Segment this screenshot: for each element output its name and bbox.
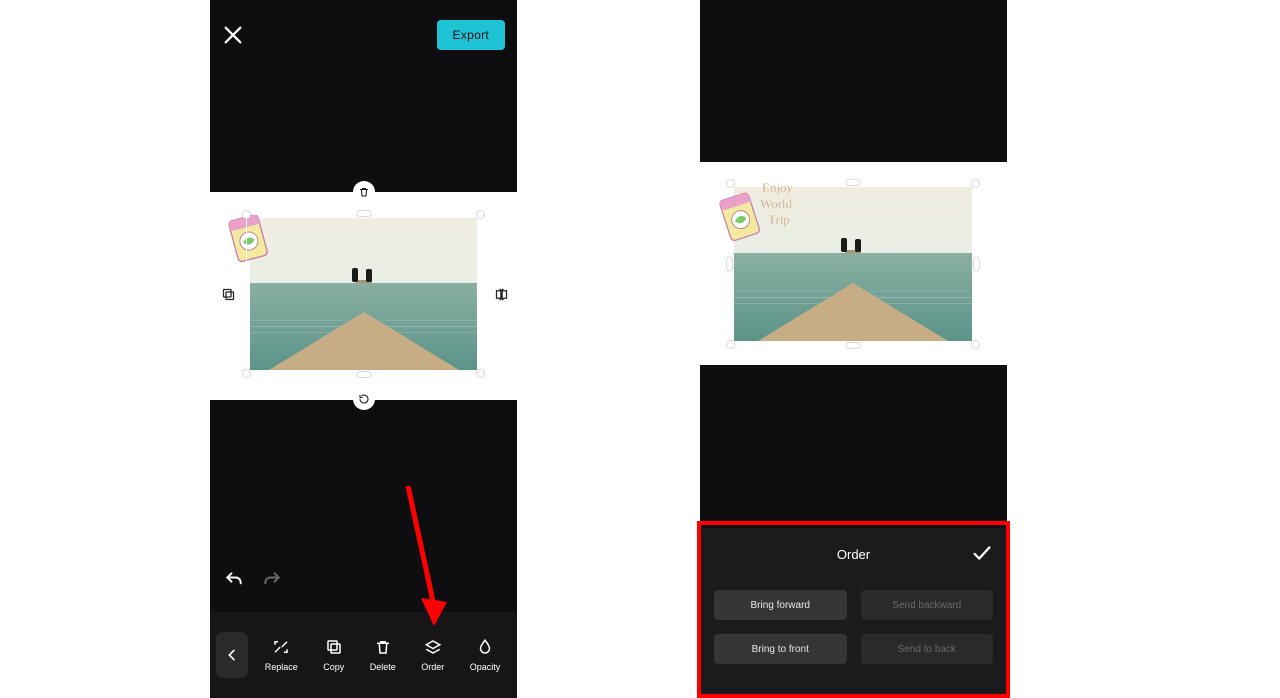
send-to-back-button: Send to back — [861, 634, 994, 664]
resize-handle[interactable] — [476, 210, 485, 219]
sticker-layer[interactable]: Enjoy World Trip — [716, 178, 804, 242]
send-backward-button: Send backward — [861, 590, 994, 620]
duplicate-icon[interactable] — [216, 282, 240, 306]
delete-button[interactable]: Delete — [370, 638, 396, 672]
order-panel-header: Order — [714, 540, 993, 568]
tool-label: Replace — [265, 662, 298, 672]
resize-handle[interactable] — [726, 340, 735, 349]
tool-label: Opacity — [470, 662, 501, 672]
toolbar-back-button[interactable] — [216, 632, 248, 678]
undo-redo-row — [224, 570, 282, 595]
svg-text:Trip: Trip — [768, 212, 790, 227]
undo-icon[interactable] — [224, 570, 244, 595]
resize-handle[interactable] — [971, 340, 980, 349]
copy-button[interactable]: Copy — [323, 638, 344, 672]
order-button[interactable]: Order — [421, 638, 444, 672]
resize-handle[interactable] — [356, 371, 371, 378]
delete-handle[interactable] — [353, 181, 375, 203]
redo-icon[interactable] — [262, 570, 282, 595]
bring-to-front-button[interactable]: Bring to front — [714, 634, 847, 664]
phone-right: Enjoy World Trip Order Bring forward Sen… — [700, 0, 1007, 698]
tool-label: Delete — [370, 662, 396, 672]
bring-forward-button[interactable]: Bring forward — [714, 590, 847, 620]
resize-handle[interactable] — [846, 342, 861, 349]
phone-left: Export — [210, 0, 517, 698]
tool-label: Copy — [323, 662, 344, 672]
selection-box[interactable] — [246, 214, 481, 374]
replace-button[interactable]: Replace — [265, 638, 298, 672]
tool-label: Order — [421, 662, 444, 672]
resize-handle[interactable] — [973, 257, 980, 272]
editor-header: Export — [210, 0, 517, 70]
opacity-button[interactable]: Opacity — [470, 638, 501, 672]
export-button[interactable]: Export — [437, 20, 505, 50]
bottom-toolbar: Replace Copy Delete Order Opacity — [210, 612, 517, 698]
resize-handle[interactable] — [726, 257, 733, 272]
close-icon[interactable] — [222, 24, 244, 46]
resize-handle[interactable] — [971, 179, 980, 188]
confirm-icon[interactable] — [971, 542, 993, 564]
flip-icon[interactable] — [489, 282, 513, 306]
resize-handle[interactable] — [356, 210, 371, 217]
order-panel: Order Bring forward Send backward Bring … — [700, 528, 1007, 698]
resize-handle[interactable] — [846, 179, 861, 186]
svg-text:World: World — [760, 196, 793, 211]
rotate-handle[interactable] — [353, 388, 375, 410]
resize-handle[interactable] — [242, 369, 251, 378]
svg-text:Enjoy: Enjoy — [762, 180, 794, 195]
resize-handle[interactable] — [242, 210, 251, 219]
order-panel-title: Order — [837, 547, 870, 562]
resize-handle[interactable] — [476, 369, 485, 378]
